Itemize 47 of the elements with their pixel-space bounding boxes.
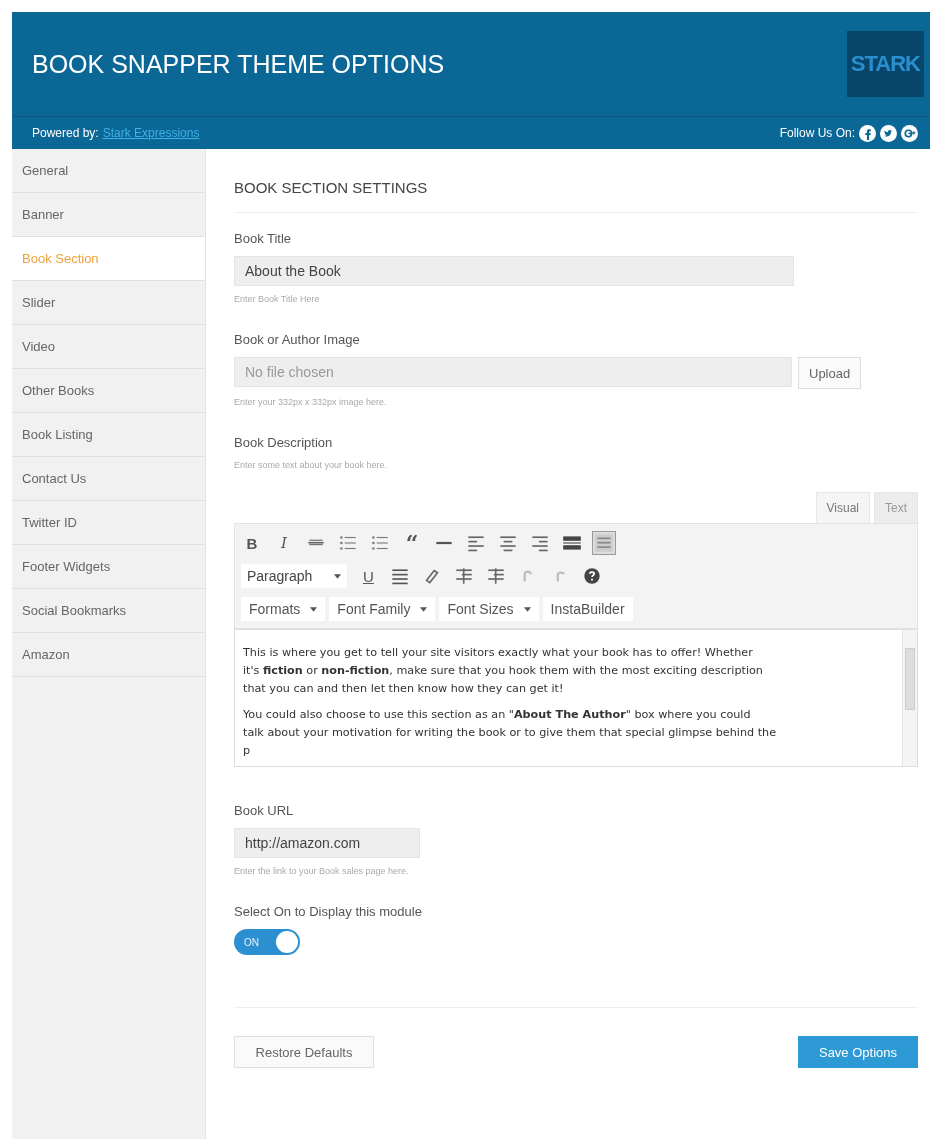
save-options-button[interactable]: Save Options: [798, 1036, 918, 1068]
field-label: Book Title: [234, 231, 293, 246]
caret-icon: [420, 606, 428, 612]
powered-by-label: Powered by:: [32, 126, 99, 140]
facebook-icon[interactable]: [859, 124, 876, 142]
caret-icon: [334, 573, 342, 579]
editor-menu[interactable]: InstaBuilder: [542, 597, 633, 621]
caret-icon: [523, 606, 531, 612]
follow-label: Follow Us On:: [779, 126, 855, 140]
editor-menu[interactable]: Font Family: [329, 597, 436, 621]
field-label: Book URL: [234, 803, 295, 818]
field-hint: Enter Book Title Here: [234, 294, 321, 304]
google-plus-icon[interactable]: [901, 124, 918, 142]
image-field[interactable]: No file chosen: [234, 357, 792, 387]
editor-text-line: You could also choose to use this section as an "About The Author" box where you could: [243, 707, 752, 723]
field-label: Book Description: [234, 435, 334, 450]
book-url-field[interactable]: http://amazon.com: [234, 828, 420, 858]
page-title: BOOK SNAPPER THEME OPTIONS: [32, 49, 445, 79]
book-title-field[interactable]: About the Book: [234, 256, 794, 286]
editor-text-line: This is where you get to tell your site visitors exactly what your book has to offer! Whether: [243, 645, 754, 661]
section-title: BOOK SECTION SETTINGS: [234, 179, 918, 213]
bold-button[interactable]: B: [241, 534, 263, 552]
restore-defaults-button[interactable]: Restore Defaults: [234, 1036, 374, 1068]
twitter-icon[interactable]: [880, 124, 897, 142]
field-label: Book or Author Image: [234, 332, 361, 347]
paragraph-select[interactable]: Paragraph: [241, 564, 348, 588]
editor-text-line: that you can and then let then know how they can get it!: [243, 681, 565, 697]
field-hint: Enter the link to your Book sales page here.: [234, 866, 410, 876]
scrollbar[interactable]: [902, 630, 917, 766]
logo: STARK: [846, 31, 924, 97]
editor-tab[interactable]: Visual: [815, 492, 870, 523]
field-hint: Enter your 332px x 332px image here.: [234, 397, 388, 407]
editor-menu[interactable]: Font Sizes: [439, 597, 539, 621]
blockquote-button[interactable]: “: [401, 532, 423, 554]
underline-button[interactable]: U: [357, 567, 380, 585]
editor-text-line: p: [243, 743, 252, 759]
field-hint: Enter some text about your book here.: [234, 460, 389, 470]
sink-icon[interactable]: [593, 532, 615, 554]
caret-icon: [310, 606, 318, 612]
editor-text-line: talk about your motivation for writing the book or to give them that special glimpse behind the: [243, 725, 778, 741]
display-toggle[interactable]: ON: [234, 929, 300, 955]
upload-button[interactable]: Upload: [798, 357, 862, 389]
editor-menu[interactable]: Formats: [241, 597, 326, 621]
italic-button[interactable]: I: [273, 534, 295, 552]
editor-area[interactable]: [234, 629, 918, 767]
editor-text-line: it's fiction or non-fiction, make sure that you hook them with the most exciting description: [243, 663, 764, 679]
field-label: Select On to Display this module: [234, 904, 423, 919]
